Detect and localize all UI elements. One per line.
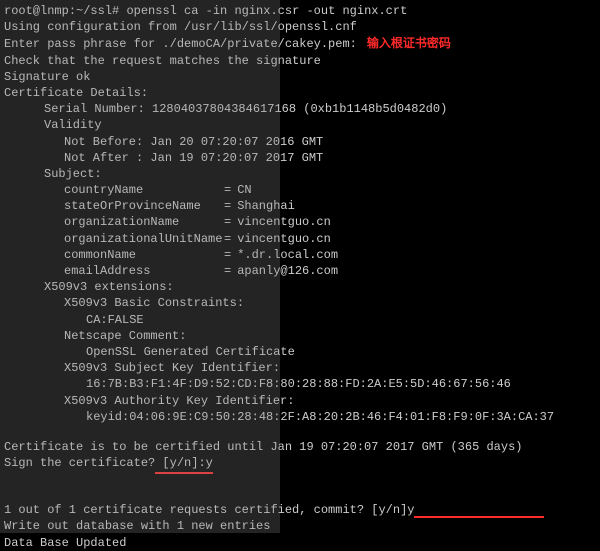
annotation-password: 输入根证书密码 bbox=[357, 36, 451, 50]
subject-row: countryName=CN bbox=[4, 182, 596, 198]
output-line: Signature ok bbox=[4, 69, 596, 85]
output-line: X509v3 Authority Key Identifier: bbox=[4, 393, 596, 409]
output-line: Not After : Jan 19 07:20:07 2017 GMT bbox=[4, 150, 596, 166]
output-line: keyid:04:06:9E:C9:50:28:48:2F:A8:20:2B:4… bbox=[4, 409, 596, 425]
underline-annotation: [y/n]:y bbox=[155, 455, 213, 474]
output-line: CA:FALSE bbox=[4, 312, 596, 328]
prompt-line: root@lnmp:~/ssl# openssl ca -in nginx.cs… bbox=[4, 3, 596, 19]
output-line: Data Base Updated bbox=[4, 535, 596, 551]
output-line: Enter pass phrase for ./demoCA/private/c… bbox=[4, 35, 596, 52]
prompt-commit: 1 out of 1 certificate requests certifie… bbox=[4, 502, 596, 518]
prompt-sign: Sign the certificate? [y/n]:y bbox=[4, 455, 596, 474]
terminal[interactable]: root@lnmp:~/ssl# openssl ca -in nginx.cs… bbox=[0, 0, 600, 533]
output-line: X509v3 Subject Key Identifier: bbox=[4, 360, 596, 376]
output-line: Validity bbox=[4, 117, 596, 133]
output-line: Netscape Comment: bbox=[4, 328, 596, 344]
output-line: 16:7B:B3:F1:4F:D9:52:CD:F8:80:28:88:FD:2… bbox=[4, 376, 596, 392]
output-line: OpenSSL Generated Certificate bbox=[4, 344, 596, 360]
output-line: Subject: bbox=[4, 166, 596, 182]
output-line: Check that the request matches the signa… bbox=[4, 53, 596, 69]
subject-row: stateOrProvinceName=Shanghai bbox=[4, 198, 596, 214]
output-line: Write out database with 1 new entries bbox=[4, 518, 596, 534]
underline-annotation bbox=[414, 508, 544, 518]
subject-row: organizationalUnitName=vincentguo.cn bbox=[4, 231, 596, 247]
output-line: Not Before: Jan 20 07:20:07 2016 GMT bbox=[4, 134, 596, 150]
subject-row: commonName=*.dr.local.com bbox=[4, 247, 596, 263]
subject-row: emailAddress=apanly@126.com bbox=[4, 263, 596, 279]
output-line: X509v3 Basic Constraints: bbox=[4, 295, 596, 311]
subject-row: organizationName=vincentguo.cn bbox=[4, 214, 596, 230]
output-line: Certificate Details: bbox=[4, 85, 596, 101]
output-line: Using configuration from /usr/lib/ssl/op… bbox=[4, 19, 596, 35]
output-line: Certificate is to be certified until Jan… bbox=[4, 439, 596, 455]
output-line: Serial Number: 12804037804384617168 (0xb… bbox=[4, 101, 596, 117]
output-line: X509v3 extensions: bbox=[4, 279, 596, 295]
